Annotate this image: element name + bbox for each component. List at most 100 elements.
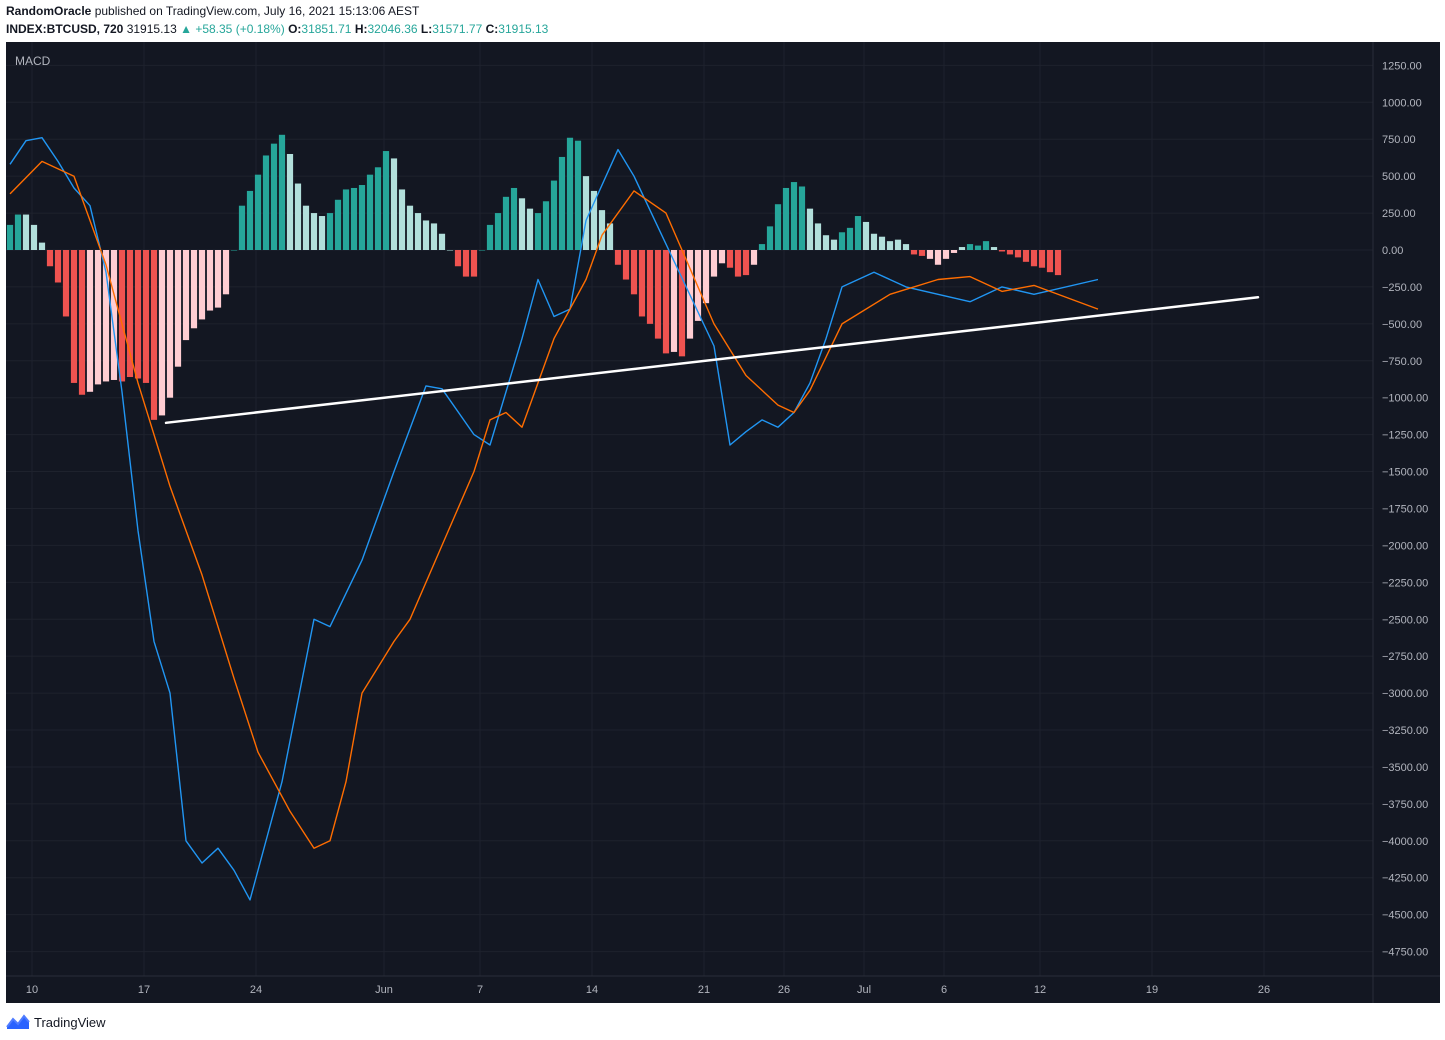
tradingview-logo-icon[interactable] (6, 1013, 30, 1031)
histogram-bar (710, 250, 718, 277)
y-tick-label: −750.00 (1382, 356, 1422, 368)
histogram-bar (566, 137, 574, 250)
tradingview-brand[interactable]: TradingView (34, 1015, 106, 1030)
histogram-bar (702, 250, 710, 304)
histogram-bar (478, 250, 486, 251)
y-tick-label: −4250.00 (1382, 873, 1428, 885)
histogram-bar (1022, 250, 1030, 262)
histogram-bar (22, 214, 30, 250)
histogram-bar (390, 158, 398, 250)
histogram-bar (598, 210, 606, 250)
histogram-bar (454, 250, 462, 267)
footer: TradingView (0, 1003, 1445, 1040)
histogram-bar (1030, 250, 1038, 267)
histogram-bar (814, 223, 822, 250)
x-tick-label: 21 (698, 984, 710, 996)
histogram-bar (462, 250, 470, 277)
histogram-bar (430, 223, 438, 250)
histogram-bar (246, 190, 254, 250)
histogram-bar (774, 204, 782, 250)
ohlc-line: INDEX:BTCUSD, 720 31915.13 ▲ +58.35 (+0.… (6, 22, 548, 36)
histogram-bar (38, 242, 46, 250)
x-tick-label: 7 (477, 984, 483, 996)
histogram-bar (342, 189, 350, 250)
histogram-bar (894, 239, 902, 250)
histogram-bar (86, 250, 94, 392)
x-tick-label: 6 (941, 984, 947, 996)
histogram-bar (94, 250, 102, 385)
histogram-bar (830, 239, 838, 250)
histogram-bar (1054, 250, 1062, 276)
x-tick-label: 26 (778, 984, 790, 996)
macd-chart[interactable]: 1250.00 1000.00 750.00 500.00 250.00 0.00 −250… (6, 42, 1440, 1003)
histogram-bar (446, 250, 454, 251)
histogram-bar (78, 250, 86, 395)
y-tick-label: 1000.00 (1382, 97, 1422, 109)
histogram-bar (190, 250, 198, 329)
histogram-bar (798, 186, 806, 250)
histogram-bar (126, 250, 134, 378)
histogram-bar (966, 244, 974, 250)
histogram-bar (958, 247, 966, 250)
y-tick-label: 1250.00 (1382, 60, 1422, 72)
histogram-bar (622, 250, 630, 280)
author-name[interactable]: RandomOracle (6, 4, 91, 18)
histogram-bar (1046, 250, 1054, 273)
histogram-bar (54, 250, 62, 283)
histogram-bar (654, 250, 662, 339)
y-tick-label: 0.00 (1382, 245, 1403, 257)
y-tick-label: −1000.00 (1382, 393, 1428, 405)
published-text: published on TradingView.com, July 16, 2… (94, 4, 420, 18)
y-tick-label: −3750.00 (1382, 799, 1428, 811)
y-tick-label: −2500.00 (1382, 614, 1428, 626)
histogram-bar (502, 196, 510, 250)
histogram-bar (582, 176, 590, 250)
histogram-bar (134, 250, 142, 379)
x-tick-label: 19 (1146, 984, 1158, 996)
y-tick-label: 500.00 (1382, 171, 1416, 183)
close-label: C: (485, 22, 499, 36)
histogram-bar (270, 143, 278, 250)
histogram-bar (1038, 250, 1046, 268)
histogram-bar (262, 155, 270, 250)
high-label: H: (354, 22, 368, 36)
y-tick-label: −3000.00 (1382, 688, 1428, 700)
histogram-bar (662, 250, 670, 354)
histogram-bar (182, 250, 190, 341)
histogram-bar (158, 250, 166, 416)
histogram-bar (750, 250, 758, 265)
open-label: O: (288, 22, 302, 36)
histogram-bar (550, 180, 558, 250)
histogram-bar (534, 213, 542, 250)
histogram-bar (302, 205, 310, 250)
histogram-bar (422, 220, 430, 250)
histogram-bar (934, 250, 942, 265)
histogram-bar (854, 216, 862, 250)
histogram-bar (678, 250, 686, 357)
histogram-bar (510, 187, 518, 250)
histogram-bar (846, 227, 854, 250)
histogram-bar (326, 213, 334, 250)
histogram-bar (334, 199, 342, 250)
chart-area[interactable]: 1250.00 1000.00 750.00 500.00 250.00 0.00 −250… (6, 42, 1440, 1003)
histogram-bar (286, 153, 294, 250)
price-change: ▲ +58.35 (+0.18%) (180, 22, 285, 36)
y-tick-label: −1750.00 (1382, 503, 1428, 515)
indicator-title[interactable]: MACD (15, 54, 51, 68)
histogram-bar (542, 201, 550, 250)
x-tick-label: Jul (857, 984, 871, 996)
histogram-bar (398, 189, 406, 250)
histogram-bar (1006, 250, 1014, 255)
y-tick-label: 250.00 (1382, 208, 1416, 220)
histogram-bar (278, 134, 286, 250)
x-tick-label: 12 (1034, 984, 1046, 996)
histogram-bar (734, 250, 742, 277)
histogram-bar (382, 151, 390, 250)
histogram-bar (782, 187, 790, 250)
y-tick-label: −4500.00 (1382, 910, 1428, 922)
histogram-bar (414, 213, 422, 250)
histogram-bar (742, 250, 750, 276)
histogram-bar (70, 250, 78, 383)
histogram-bar (718, 250, 726, 264)
histogram-bar (910, 250, 918, 255)
